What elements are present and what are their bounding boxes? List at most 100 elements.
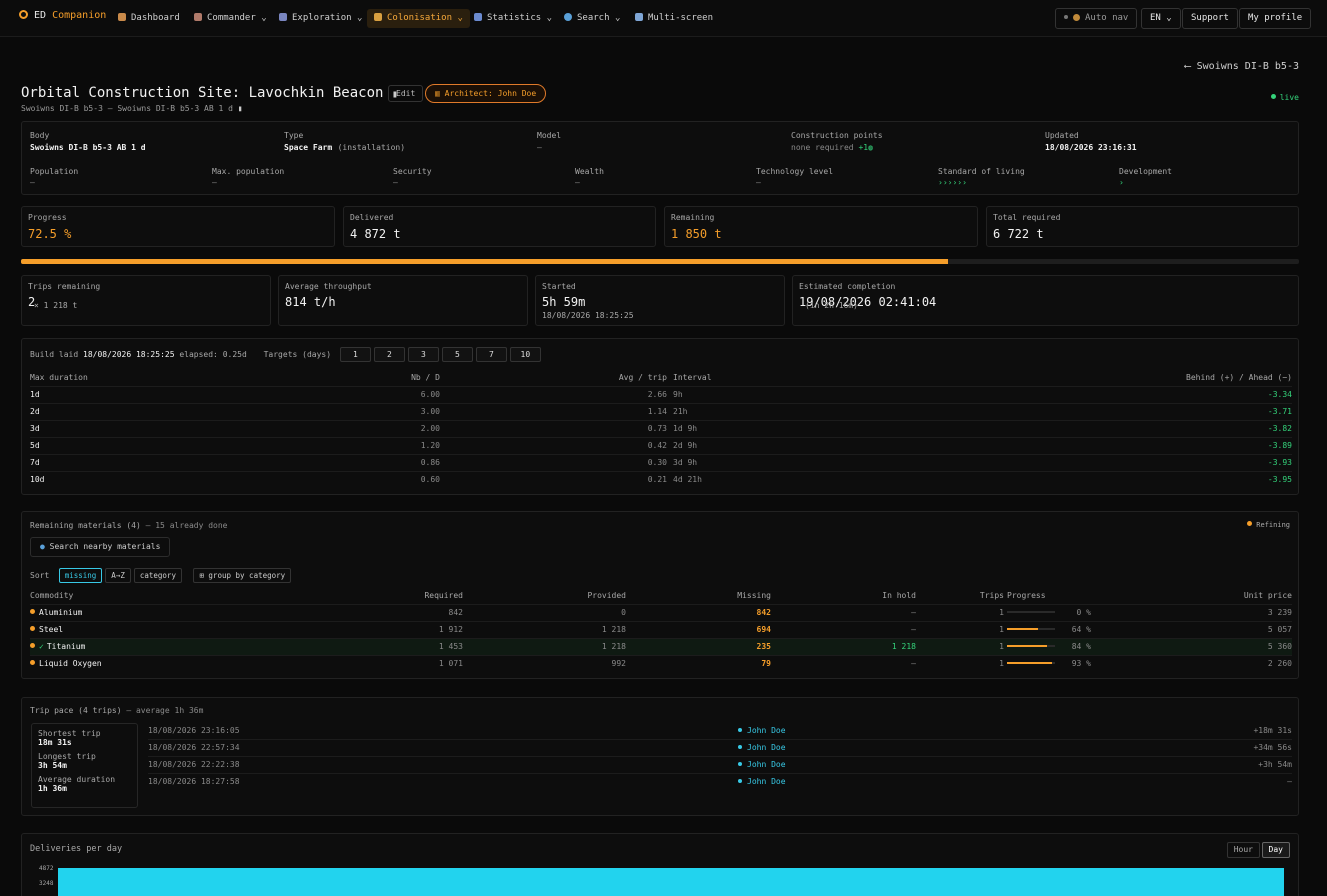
commodity-name: Steel (30, 620, 170, 638)
material-row[interactable]: Aluminium 842 0 842—1 0 % 3 239 (30, 603, 1292, 621)
chevron-down-icon: ⌄ (357, 13, 363, 23)
refining-dot-icon (30, 643, 35, 648)
trip-commander[interactable]: John Doe (738, 738, 1044, 756)
progress-cell: 84 % (1004, 637, 1114, 655)
target-3-button[interactable]: 3 (407, 347, 439, 362)
profile-label: My profile (1248, 13, 1303, 23)
target-5-button[interactable]: 5 (441, 347, 473, 362)
support-label: Support (1191, 13, 1229, 23)
monitor-icon (635, 13, 643, 21)
materials-title-text: Remaining materials (4) (30, 521, 141, 530)
interval: 4d 21h (667, 470, 787, 488)
back-link[interactable]: ⟵ Swoiwns DI-B b5-3 (1185, 61, 1299, 72)
trip-commander[interactable]: John Doe (738, 772, 1044, 790)
sort-controls: Sort missing A→Z category ⊞ group by categ… (30, 568, 294, 583)
longest-value: 3h 54m (38, 761, 67, 770)
logo-icon (19, 10, 28, 19)
sort-label: Sort (30, 571, 50, 580)
page-title: Orbital Construction Site: Lavochkin Bea… (21, 85, 398, 101)
elapsed: elapsed: 0.25d (179, 350, 247, 359)
col-nb-d: Nb / D (411, 372, 440, 382)
person-icon (194, 13, 202, 21)
nav-label: Dashboard (131, 13, 180, 23)
required: 842 (170, 603, 463, 621)
nav-statistics[interactable]: Statistics ⌄ (467, 9, 559, 28)
wealth-label: Wealth (575, 167, 604, 176)
telescope-icon (279, 13, 287, 21)
group-label: group by category (208, 571, 286, 580)
nav-multiscreen[interactable]: Multi-screen (628, 9, 720, 28)
material-row[interactable]: Liquid Oxygen 1 071 992 79—1 93 % 2 260 (30, 654, 1292, 672)
sort-category[interactable]: category (133, 568, 182, 583)
development-field: Development › (1119, 167, 1172, 187)
materials-title: Remaining materials (4) — 15 already don… (30, 521, 228, 530)
language-select[interactable]: EN ⌄ (1141, 8, 1181, 29)
clipboard-icon[interactable]: ▮ (238, 104, 243, 113)
hour-toggle[interactable]: Hour (1226, 842, 1260, 858)
trip-pace-table: 18/08/2026 23:16:05 John Doe +18m 31s 18/08… (148, 722, 1292, 790)
security-field: Security — (393, 167, 432, 187)
trips: 1 (916, 654, 1004, 672)
trip-delta: +34m 56s (1043, 738, 1292, 756)
search-nearby-button[interactable]: ● Search nearby materials (30, 537, 171, 557)
profile-button[interactable]: My profile (1239, 8, 1312, 29)
nav-colonisation[interactable]: Colonisation ⌄ (367, 9, 470, 28)
progress-cell: 64 % (1004, 620, 1114, 638)
commander-name: John Doe (747, 777, 786, 787)
nav-search[interactable]: Search ⌄ (557, 9, 627, 28)
build-label: Build laid (30, 350, 79, 359)
sort-az[interactable]: A→Z (105, 568, 131, 583)
progress-bar-fill (1007, 662, 1052, 665)
behind-ahead: -3.71 (787, 402, 1292, 420)
material-row[interactable]: ✓ Titanium 1 453 1 218 235 1 218 1 84 % 5 360 (30, 637, 1292, 655)
day-toggle[interactable]: Day (1261, 842, 1290, 858)
trip-commander[interactable]: John Doe (738, 722, 1044, 739)
updated-field: Updated 18/08/2026 23:16:31 (1045, 131, 1137, 152)
target-7-button[interactable]: 7 (475, 347, 507, 362)
brand[interactable]: ED Companion (19, 10, 106, 21)
target-1-button[interactable]: 1 (339, 347, 371, 362)
eta-label: Estimated completion (799, 282, 896, 291)
edit-button[interactable]: Edit (388, 85, 424, 102)
target-2-button[interactable]: 2 (373, 347, 405, 362)
missing: 235 (626, 637, 771, 655)
nav-exploration[interactable]: Exploration ⌄ (272, 9, 369, 28)
auto-nav-toggle[interactable]: Auto nav (1055, 8, 1138, 29)
trip-commander[interactable]: John Doe (738, 755, 1044, 773)
delivery-bar (58, 868, 1284, 896)
unit-price: 2 260 (1114, 654, 1292, 672)
commander-name: John Doe (747, 760, 786, 769)
type-field: Type Space Farm (installation) (284, 131, 405, 153)
behind-ahead: -3.34 (787, 385, 1292, 403)
overall-progress-bar (21, 259, 1299, 264)
nav-dashboard[interactable]: Dashboard (111, 9, 187, 28)
trip-row: 18/08/2026 23:16:05 John Doe +18m 31s (148, 722, 1292, 739)
commodity-name: ✓ Titanium (30, 637, 170, 655)
support-button[interactable]: Support (1182, 8, 1238, 29)
commodity-label: Titanium (46, 642, 86, 651)
remaining-card: Remaining 1 850 t (664, 206, 978, 247)
col-behind-ahead: Behind (+) / Ahead (−) (1186, 372, 1292, 382)
group-by-category-toggle[interactable]: ⊞ group by category (193, 568, 292, 583)
population-label: Population (30, 167, 79, 176)
target-row: 7d 0.86 0.30 3d 9h -3.93 (30, 453, 1292, 471)
target-10-button[interactable]: 10 (509, 347, 541, 362)
delivered-value: 4 872 t (350, 227, 401, 241)
target-row: 1d 6.00 2.66 9h -3.34 (30, 385, 1292, 403)
interval: 9h (667, 385, 787, 403)
avg-per-trip: 0.21 (440, 470, 667, 488)
material-row[interactable]: Steel 1 912 1 218 694—1 64 % 5 057 (30, 620, 1292, 638)
throughput-card: Average throughput 814 t/h (278, 275, 528, 326)
interval: 2d 9h (667, 436, 787, 454)
nav-commander[interactable]: Commander ⌄ (187, 9, 274, 28)
type-label: Type (284, 131, 304, 140)
commander-dot-icon (738, 779, 742, 784)
interval: 3d 9h (667, 453, 787, 471)
avg-per-trip: 0.42 (440, 436, 667, 454)
tech-value: — (756, 178, 761, 187)
population-value: — (30, 178, 35, 187)
back-label: Swoiwns DI-B b5-3 (1196, 61, 1299, 72)
architect-badge[interactable]: ▥ Architect: John Doe (425, 84, 547, 103)
unit-price: 5 360 (1114, 637, 1292, 655)
sort-missing[interactable]: missing (58, 568, 103, 583)
